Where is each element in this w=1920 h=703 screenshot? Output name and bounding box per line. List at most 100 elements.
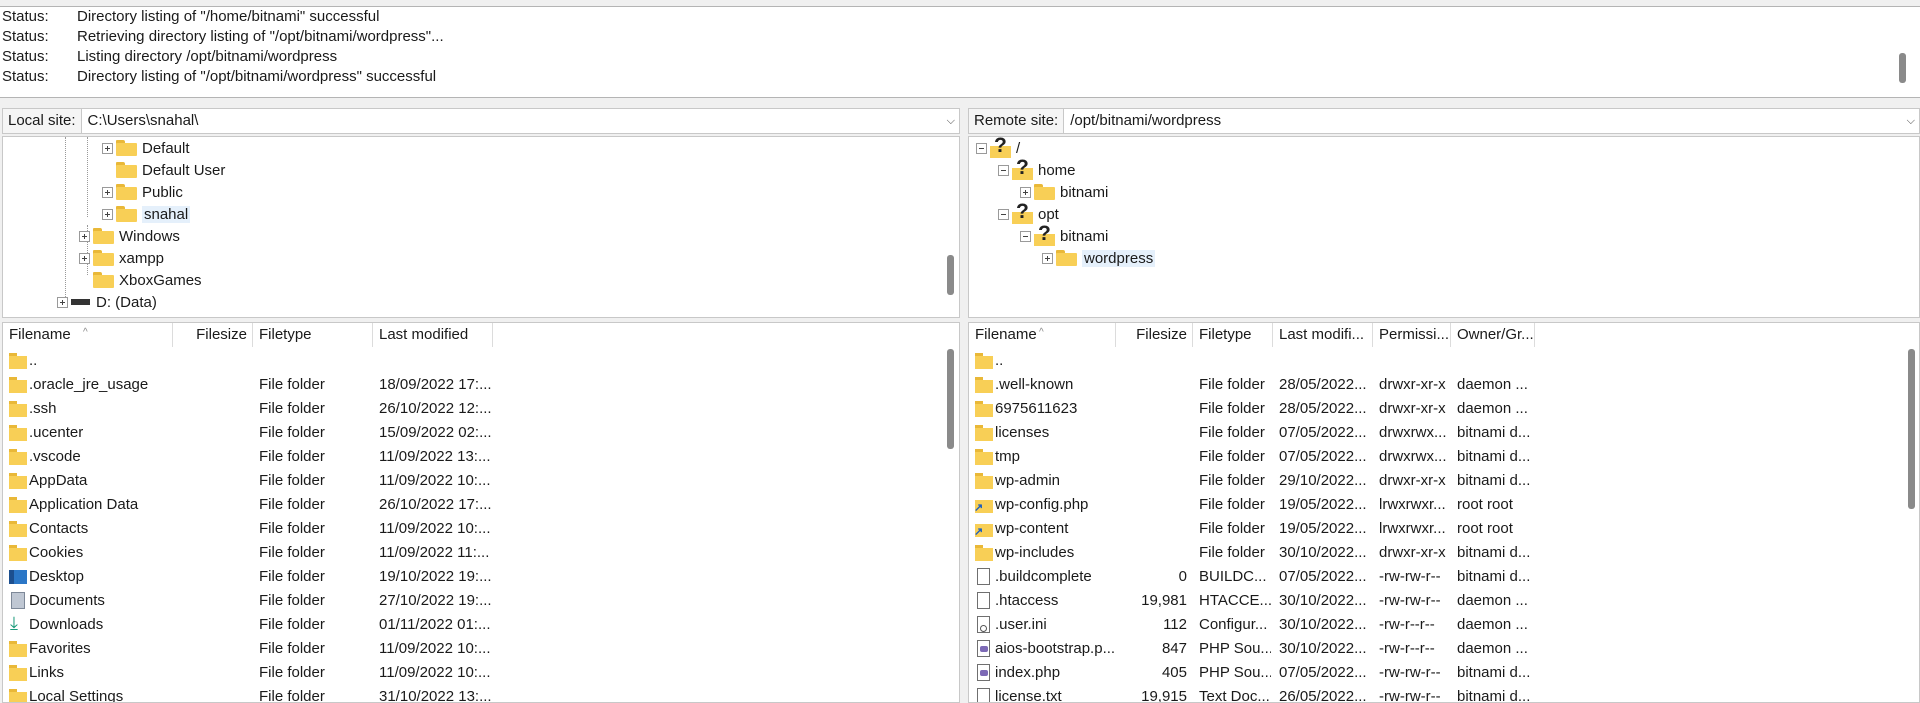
remote-directory-tree[interactable]: ? / ? home bitnami ? opt ? bitnami wordpress xyxy=(968,136,1920,318)
column-header-filetype[interactable]: Filetype xyxy=(253,323,373,347)
file-row[interactable]: license.txt 19,915 Text Doc... 26/05/2022..… xyxy=(969,685,1919,703)
cell-modified xyxy=(1279,349,1371,373)
file-row[interactable]: .well-known File folder 28/05/2022... drwxr… xyxy=(969,373,1919,397)
file-row[interactable]: aios-bootstrap.p... 847 PHP Sou... 30/10/20… xyxy=(969,637,1919,661)
cell-name: Application Data xyxy=(29,496,139,513)
local-tree-scrollbar[interactable] xyxy=(947,255,954,295)
local-list-scrollbar[interactable] xyxy=(947,349,954,449)
remote-path-combobox[interactable]: /opt/bitnami/wordpress ⌵ xyxy=(1063,108,1920,134)
tree-item-home[interactable]: ? home xyxy=(998,157,1076,181)
expand-icon[interactable] xyxy=(1042,252,1053,264)
column-header-last-modified[interactable]: Last modifi... xyxy=(1273,323,1373,347)
expand-icon[interactable] xyxy=(79,230,90,242)
file-row[interactable]: Desktop File folder 19/10/2022 19:... xyxy=(3,565,959,589)
expand-icon[interactable] xyxy=(1020,186,1031,198)
remote-file-list[interactable]: Filename ^ Filesize Filetype Last modifi.… xyxy=(968,322,1920,703)
tree-item-xampp[interactable]: xampp xyxy=(79,247,164,269)
file-row[interactable]: .. xyxy=(969,349,1919,373)
file-row[interactable]: .vscode File folder 11/09/2022 13:... xyxy=(3,445,959,469)
cell-owner: daemon ... xyxy=(1457,592,1528,609)
tree-item-drive-d[interactable]: D: (Data) xyxy=(57,291,157,313)
collapse-icon[interactable] xyxy=(976,142,987,154)
folder-icon xyxy=(9,353,27,369)
file-row[interactable]: .user.ini 112 Configur... 30/10/2022... -rw-… xyxy=(969,613,1919,637)
cell-perms: -rw-rw-r-- xyxy=(1379,568,1441,585)
file-row[interactable]: Documents File folder 27/10/2022 19:... xyxy=(3,589,959,613)
file-row[interactable]: Favorites File folder 11/09/2022 10:... xyxy=(3,637,959,661)
chevron-down-icon[interactable]: ⌵ xyxy=(1907,109,1915,133)
file-row[interactable]: .ucenter File folder 15/09/2022 02:... xyxy=(3,421,959,445)
expand-icon[interactable] xyxy=(79,252,90,264)
file-row[interactable]: .oracle_jre_usage File folder 18/09/2022 1… xyxy=(3,373,959,397)
local-file-list[interactable]: Filename ^ Filesize Filetype Last modifie… xyxy=(2,322,960,703)
column-header-permissions[interactable]: Permissi... xyxy=(1373,323,1451,347)
file-row[interactable]: Cookies File folder 11/09/2022 11:... xyxy=(3,541,959,565)
expand-icon[interactable] xyxy=(102,142,113,154)
cell-modified: 26/10/2022 12:... xyxy=(379,400,492,417)
cell-type: Configur... xyxy=(1199,616,1268,633)
expand-icon[interactable] xyxy=(102,186,113,198)
column-header-filetype[interactable]: Filetype xyxy=(1193,323,1273,347)
file-row[interactable]: .ssh File folder 26/10/2022 12:... xyxy=(3,397,959,421)
file-row[interactable]: index.php 405 PHP Sou... 07/05/2022... -rw-r… xyxy=(969,661,1919,685)
tree-item-snahal[interactable]: snahal xyxy=(102,203,191,225)
collapse-icon[interactable] xyxy=(1020,230,1031,242)
local-directory-tree[interactable]: Default Default User Public snahal Windo… xyxy=(2,136,960,318)
column-header-filename[interactable]: Filename ^ xyxy=(3,323,173,347)
tree-item-root[interactable]: ? / xyxy=(976,137,1020,159)
cell-size xyxy=(1116,517,1187,541)
file-row[interactable]: Application Data File folder 26/10/2022 17… xyxy=(3,493,959,517)
file-row[interactable]: 6975611623 File folder 28/05/2022... drwxr-… xyxy=(969,397,1919,421)
tree-item-opt-bitnami[interactable]: ? bitnami xyxy=(1020,223,1108,247)
column-header-filename[interactable]: Filename ^ xyxy=(969,323,1116,347)
cell-modified: 30/10/2022... xyxy=(1279,640,1367,657)
chevron-down-icon[interactable]: ⌵ xyxy=(947,109,955,133)
message-log[interactable]: Status: Directory listing of "/home/bitna… xyxy=(0,6,1920,98)
cell-owner: daemon ... xyxy=(1457,400,1528,417)
folder-icon xyxy=(9,689,27,702)
file-row[interactable]: Downloads File folder 01/11/2022 01:... xyxy=(3,613,959,637)
file-row[interactable]: .. xyxy=(3,349,959,373)
column-header-filesize[interactable]: Filesize xyxy=(173,323,253,347)
column-header-last-modified[interactable]: Last modified xyxy=(373,323,493,347)
tree-item-default[interactable]: Default xyxy=(102,137,190,159)
file-row[interactable]: AppData File folder 11/09/2022 10:... xyxy=(3,469,959,493)
file-row[interactable]: .htaccess 19,981 HTACCE... 30/10/2022... -rw… xyxy=(969,589,1919,613)
file-row[interactable]: wp-admin File folder 29/10/2022... drwxr-xr… xyxy=(969,469,1919,493)
collapse-icon[interactable] xyxy=(998,208,1009,220)
cell-modified xyxy=(379,349,494,373)
cell-name: licenses xyxy=(995,424,1050,441)
file-row[interactable]: Contacts File folder 11/09/2022 10:... xyxy=(3,517,959,541)
expand-icon[interactable] xyxy=(57,296,68,308)
cell-owner: bitnami d... xyxy=(1457,688,1531,703)
file-row[interactable]: wp-content File folder 19/05/2022... lrwxrw… xyxy=(969,517,1919,541)
file-row[interactable]: wp-includes File folder 30/10/2022... drwxr… xyxy=(969,541,1919,565)
tree-item-public[interactable]: Public xyxy=(102,181,183,203)
cell-type: File folder xyxy=(259,544,325,561)
tree-item-default-user[interactable]: Default User xyxy=(116,159,225,181)
cell-name: Documents xyxy=(29,592,105,609)
cell-perms: -rw-r--r-- xyxy=(1379,616,1435,633)
tree-item-windows[interactable]: Windows xyxy=(79,225,180,247)
tree-item-wordpress[interactable]: wordpress xyxy=(1042,247,1156,269)
cell-size xyxy=(173,421,248,445)
log-scrollbar[interactable] xyxy=(1899,53,1906,83)
column-header-owner-group[interactable]: Owner/Gr... xyxy=(1451,323,1535,347)
column-header-filesize[interactable]: Filesize xyxy=(1116,323,1193,347)
folder-icon xyxy=(116,206,137,222)
expand-icon[interactable] xyxy=(102,208,113,220)
cell-name: wp-content xyxy=(995,520,1069,537)
tree-item-xboxgames[interactable]: XboxGames xyxy=(93,269,202,291)
file-row[interactable]: tmp File folder 07/05/2022... drwxrwx... bit… xyxy=(969,445,1919,469)
log-line: Status: Directory listing of "/home/bitna… xyxy=(2,8,380,25)
file-row[interactable]: licenses File folder 07/05/2022... drwxrwx.… xyxy=(969,421,1919,445)
local-path-combobox[interactable]: C:\Users\snahal\ ⌵ xyxy=(80,108,960,134)
collapse-icon[interactable] xyxy=(998,164,1009,176)
file-row[interactable]: wp-config.php File folder 19/05/2022... lrw… xyxy=(969,493,1919,517)
file-row[interactable]: Local Settings File folder 31/10/2022 13:.… xyxy=(3,685,959,702)
file-row[interactable]: .buildcomplete 0 BUILDC... 07/05/2022... -rw… xyxy=(969,565,1919,589)
tree-item-home-bitnami[interactable]: bitnami xyxy=(1020,181,1108,203)
cell-size xyxy=(1116,397,1187,421)
remote-list-scrollbar[interactable] xyxy=(1908,349,1915,509)
file-row[interactable]: Links File folder 11/09/2022 10:... xyxy=(3,661,959,685)
